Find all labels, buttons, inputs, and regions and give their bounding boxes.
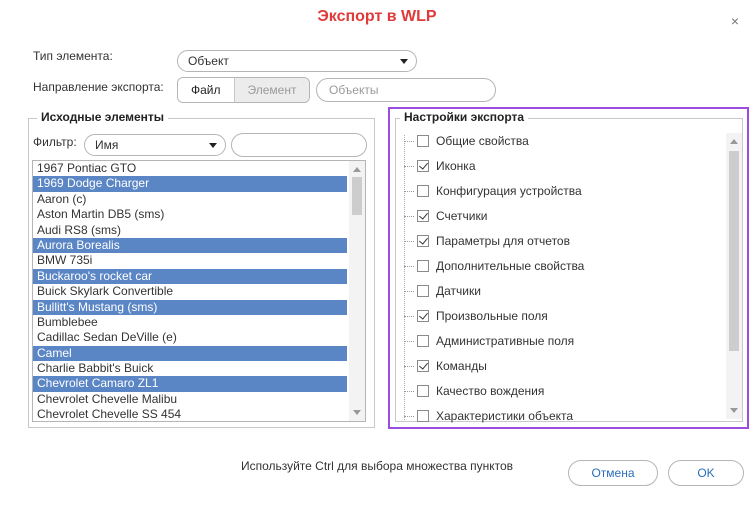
tree-connector xyxy=(404,140,414,142)
settings-item-label: Команды xyxy=(436,359,487,373)
checkbox-unchecked[interactable] xyxy=(417,335,429,347)
settings-item[interactable]: Конфигурация устройства xyxy=(404,181,582,201)
filter-label: Фильтр: xyxy=(33,135,77,149)
settings-item[interactable]: Параметры для отчетов xyxy=(404,231,570,251)
tree-guide-line xyxy=(404,135,405,420)
settings-item[interactable]: Качество вождения xyxy=(404,381,544,401)
list-item[interactable]: Chevrolet Chevelle SS 454 xyxy=(33,407,347,421)
scroll-up-icon[interactable] xyxy=(353,167,361,172)
source-elements-list[interactable]: 1967 Pontiac GTO 1969 Dodge Charger Aaron … xyxy=(32,160,366,422)
list-item[interactable]: Chevrolet Camaro ZL1 xyxy=(33,376,347,392)
settings-item[interactable]: Команды xyxy=(404,356,487,376)
settings-item[interactable]: Административные поля xyxy=(404,331,574,351)
direction-label: Направление экспорта: xyxy=(33,80,164,94)
list-item[interactable]: 1967 Pontiac GTO xyxy=(33,161,347,176)
list-item[interactable]: Aston Martin DB5 (sms) xyxy=(33,207,347,222)
objects-input[interactable]: Объекты xyxy=(316,78,496,102)
tree-connector xyxy=(404,190,414,192)
seg-file-button[interactable]: Файл xyxy=(178,78,234,102)
settings-item[interactable]: Дополнительные свойства xyxy=(404,256,584,276)
settings-item[interactable]: Произвольные поля xyxy=(404,306,548,326)
settings-item-label: Параметры для отчетов xyxy=(436,234,570,248)
settings-item[interactable]: Датчики xyxy=(404,281,481,301)
settings-item-label: Административные поля xyxy=(436,334,575,348)
checkbox-unchecked[interactable] xyxy=(417,410,429,422)
list-item[interactable]: Buckaroo's rocket car xyxy=(33,268,347,285)
scroll-up-icon[interactable] xyxy=(730,139,738,144)
settings-item[interactable]: Счетчики xyxy=(404,206,487,226)
settings-item-label: Счетчики xyxy=(436,209,488,223)
filter-search-input[interactable] xyxy=(231,133,367,157)
scroll-thumb[interactable] xyxy=(352,177,362,215)
ok-button[interactable]: OK xyxy=(668,460,744,486)
checkbox-unchecked[interactable] xyxy=(417,260,429,272)
list-item[interactable]: Charlie Babbit's Buick xyxy=(33,361,347,376)
type-label: Тип элемента: xyxy=(33,49,113,63)
settings-item-label: Качество вождения xyxy=(436,384,545,398)
settings-item-label: Общие свойства xyxy=(436,134,529,148)
settings-item-label: Конфигурация устройства xyxy=(436,184,582,198)
tree-connector xyxy=(404,215,414,217)
settings-item-label: Иконка xyxy=(436,159,476,173)
filter-select[interactable]: Имя xyxy=(84,134,226,156)
filter-select-value: Имя xyxy=(95,138,119,152)
checkbox-unchecked[interactable] xyxy=(417,285,429,297)
tree-connector xyxy=(404,315,414,317)
list-item[interactable]: Bumblebee xyxy=(33,315,347,330)
scroll-down-icon[interactable] xyxy=(730,408,738,413)
settings-item-label: Датчики xyxy=(436,284,481,298)
list-item[interactable]: BMW 735i xyxy=(33,253,347,268)
chevron-down-icon xyxy=(400,59,408,64)
scroll-down-icon[interactable] xyxy=(353,410,361,415)
tree-connector xyxy=(404,165,414,167)
list-item[interactable]: Cadillac Sedan DeVille (e) xyxy=(33,330,347,345)
settings-item-label: Произвольные поля xyxy=(436,309,548,323)
close-icon[interactable]: × xyxy=(728,14,742,28)
list-scrollbar[interactable] xyxy=(349,161,365,421)
tree-connector xyxy=(404,340,414,342)
list-item[interactable]: Bullitt's Mustang (sms) xyxy=(33,299,347,315)
scroll-thumb[interactable] xyxy=(729,151,739,351)
export-wlp-dialog: Экспорт в WLP × Тип элемента: Объект Нап… xyxy=(0,0,754,526)
checkbox-checked[interactable] xyxy=(417,310,429,322)
checkbox-unchecked[interactable] xyxy=(417,185,429,197)
settings-item[interactable]: Характеристики объекта xyxy=(404,406,573,426)
settings-item[interactable]: Иконка xyxy=(404,156,476,176)
type-select-value: Объект xyxy=(188,54,229,68)
tree-connector xyxy=(404,390,414,392)
checkbox-checked[interactable] xyxy=(417,210,429,222)
tree-connector xyxy=(404,265,414,267)
checkbox-checked[interactable] xyxy=(417,360,429,372)
dialog-title: Экспорт в WLP xyxy=(317,8,437,25)
tree-connector xyxy=(404,240,414,242)
checkbox-checked[interactable] xyxy=(417,235,429,247)
list-item[interactable]: Chevrolet Chevelle Malibu xyxy=(33,392,347,407)
list-item[interactable]: 1969 Dodge Charger xyxy=(33,176,347,192)
cancel-button[interactable]: Отмена xyxy=(568,460,658,486)
list-item[interactable]: Aurora Borealis xyxy=(33,237,347,254)
chevron-down-icon xyxy=(209,143,217,148)
settings-item[interactable]: Общие свойства xyxy=(404,131,529,151)
checkbox-unchecked[interactable] xyxy=(417,135,429,147)
tree-connector xyxy=(404,290,414,292)
settings-item-label: Дополнительные свойства xyxy=(436,259,585,273)
seg-element-button[interactable]: Элемент xyxy=(233,78,310,102)
checkbox-unchecked[interactable] xyxy=(417,385,429,397)
settings-scrollbar[interactable] xyxy=(726,133,742,419)
list-item[interactable]: Audi RS8 (sms) xyxy=(33,223,347,238)
source-group-title: Исходные элементы xyxy=(37,110,169,124)
checkbox-checked[interactable] xyxy=(417,160,429,172)
direction-segmented-control: Файл Элемент xyxy=(177,77,311,103)
list-item[interactable]: Camel xyxy=(33,345,347,362)
settings-item-label: Характеристики объекта xyxy=(436,409,574,423)
type-select[interactable]: Объект xyxy=(177,50,417,72)
tree-connector xyxy=(404,365,414,367)
list-item[interactable]: Aaron (c) xyxy=(33,192,347,207)
tree-connector xyxy=(404,415,414,417)
settings-group-title: Настройки экспорта xyxy=(400,110,529,124)
list-item[interactable]: Buick Skylark Convertible xyxy=(33,284,347,299)
